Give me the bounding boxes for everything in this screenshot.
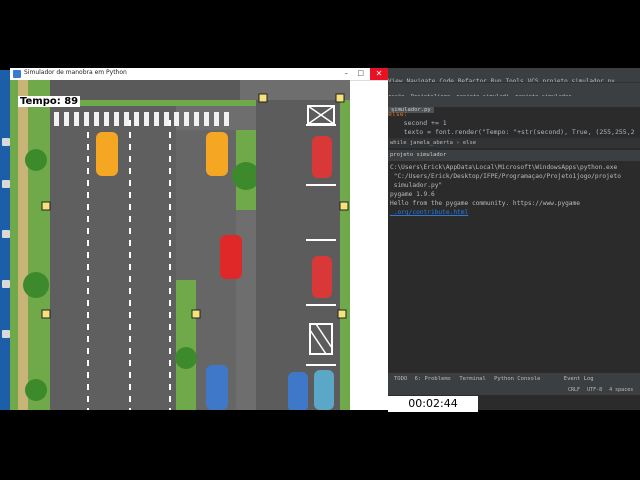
top-grass	[50, 100, 260, 106]
blue-car	[288, 372, 308, 410]
blue-car	[206, 365, 228, 410]
orange-car	[206, 132, 228, 176]
desktop-icon[interactable]	[2, 230, 10, 238]
python-console-tab[interactable]: Python Console	[494, 376, 540, 382]
game-window: Simulador de manobra em Python – □ ✕ Tem…	[10, 68, 388, 410]
red-car	[312, 256, 332, 298]
code-line[interactable]: texto = font.render("Tempo: "+str(second…	[388, 128, 640, 137]
right-grass	[340, 100, 350, 410]
console-link[interactable]: .org/contribute.html	[390, 208, 469, 217]
line-separator[interactable]: CRLF	[568, 387, 580, 393]
right-parking-lot	[256, 100, 350, 410]
median-grass	[176, 280, 196, 410]
terminal-tab[interactable]: Terminal	[459, 376, 486, 382]
desktop-icon[interactable]	[2, 138, 10, 146]
tempo-label: Tempo: 89	[18, 96, 81, 107]
problems-tab[interactable]: 6: Problems	[415, 376, 451, 382]
console-line: Hello from the pygame community. https:/…	[390, 200, 580, 207]
close-button[interactable]: ✕	[370, 68, 388, 80]
event-log-tab[interactable]: Event Log	[564, 376, 594, 382]
tree-icon	[25, 149, 47, 171]
desktop-icon[interactable]	[2, 180, 10, 188]
indent[interactable]: 4 spaces	[609, 387, 633, 393]
todo-tab[interactable]: TODO	[394, 376, 407, 382]
game-canvas[interactable]: Tempo: 89	[10, 80, 350, 410]
menu-bar: ViewNavigateCodeRefactorRunToolsVCSproje…	[388, 68, 640, 85]
tree-icon	[232, 162, 260, 190]
timer-overlay: 00:02:44	[388, 396, 478, 412]
console-line: simulador.py"	[390, 182, 443, 189]
tree-icon	[23, 272, 49, 298]
console-line: pygame 1.9.6	[390, 191, 435, 198]
minimize-button[interactable]: –	[345, 69, 349, 77]
tool-window-bar: TODO 6: Problems Terminal Python Console…	[388, 373, 640, 385]
left-road	[50, 80, 176, 410]
run-tab[interactable]: projeto simulador	[388, 152, 446, 158]
breadcrumb-item[interactable]: else	[463, 140, 476, 146]
parking-scene	[10, 80, 350, 410]
left-grass-verge	[10, 80, 50, 410]
tree-icon	[175, 347, 197, 369]
desktop-icon[interactable]	[2, 330, 10, 338]
console-line: C:\Users\Erick\AppData\Local\Microsoft\W…	[390, 164, 618, 171]
teal-car	[314, 370, 334, 410]
orange-car	[96, 132, 118, 176]
pygame-icon	[13, 70, 21, 78]
encoding[interactable]: UTF-8	[587, 387, 602, 393]
desktop-icon[interactable]	[2, 280, 10, 288]
run-panel-header: projeto simulador	[388, 150, 640, 161]
console-line: "C:/Users/Erick/Desktop/IFPE/Programaçao…	[390, 173, 621, 180]
left-sidewalk	[18, 80, 28, 410]
red-car	[312, 136, 332, 178]
game-window-title: Simulador de manobra em Python	[24, 69, 127, 76]
tree-icon	[25, 379, 47, 401]
nav-toolbar: raçãoProjeto1jogoprojeto simuladiprojeto…	[388, 82, 640, 100]
editor-tabs: simulador.py	[388, 96, 640, 113]
status-bar: CRLF UTF-8 4 spaces	[388, 385, 640, 395]
run-console[interactable]: C:\Users\Erick\AppData\Local\Microsoft\W…	[388, 161, 640, 366]
code-line[interactable]: else:	[388, 110, 640, 119]
pycharm-window: ViewNavigateCodeRefactorRunToolsVCSproje…	[388, 68, 640, 410]
player-red-car	[220, 235, 242, 279]
code-breadcrumb: while janela_aberta › else	[388, 138, 640, 148]
code-line[interactable]: second += 1	[388, 119, 640, 128]
breadcrumb-item[interactable]: while janela_aberta	[390, 140, 453, 146]
maximize-button[interactable]: □	[357, 69, 364, 77]
